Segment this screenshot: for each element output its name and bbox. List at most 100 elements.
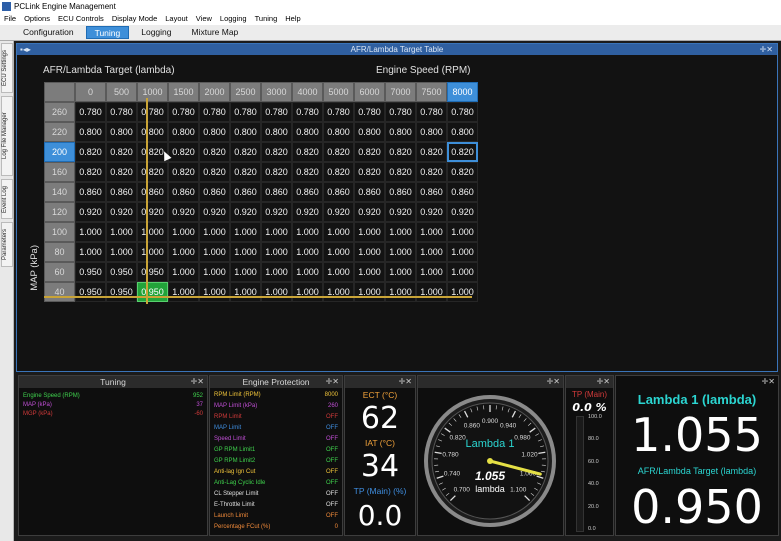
map-header[interactable]: 140 <box>44 182 75 202</box>
table-cell[interactable]: 0.780 <box>199 102 230 122</box>
table-cell[interactable]: 0.820 <box>385 142 416 162</box>
table-cell[interactable]: 0.820 <box>75 142 106 162</box>
table-cell[interactable]: 0.820 <box>354 142 385 162</box>
table-cell[interactable]: 1.000 <box>230 262 261 282</box>
panel-menu-icon[interactable]: ▪◂▸ <box>20 44 31 55</box>
table-cell[interactable]: 0.820 <box>292 162 323 182</box>
table-cell[interactable]: 0.780 <box>106 102 137 122</box>
table-cell[interactable]: 1.000 <box>447 222 478 242</box>
table-cell[interactable]: 0.800 <box>261 122 292 142</box>
table-cell[interactable]: 0.920 <box>230 202 261 222</box>
table-cell[interactable]: 1.000 <box>230 222 261 242</box>
panel-close-icon[interactable]: ✛✕ <box>547 376 560 388</box>
panel-close-icon[interactable]: ✛✕ <box>326 376 339 388</box>
table-cell[interactable]: 1.000 <box>447 262 478 282</box>
rpm-header[interactable]: 7500 <box>416 82 447 102</box>
table-cell[interactable]: 1.000 <box>199 242 230 262</box>
table-cell[interactable]: 1.000 <box>106 222 137 242</box>
table-cell[interactable]: 0.950 <box>137 262 168 282</box>
table-cell[interactable]: 0.950 <box>137 282 168 302</box>
side-tab-parameters[interactable]: Parameters <box>1 222 13 267</box>
table-cell[interactable]: 1.000 <box>75 222 106 242</box>
map-header[interactable]: 200 <box>44 142 75 162</box>
table-cell[interactable]: 0.780 <box>292 102 323 122</box>
table-cell[interactable]: 0.800 <box>323 122 354 142</box>
table-cell[interactable]: 0.780 <box>168 102 199 122</box>
menu-item-options[interactable]: Options <box>20 13 54 25</box>
table-cell[interactable]: 1.000 <box>354 222 385 242</box>
table-cell[interactable]: 1.000 <box>230 282 261 302</box>
table-cell[interactable]: 0.920 <box>137 202 168 222</box>
table-cell[interactable]: 0.800 <box>137 122 168 142</box>
table-cell[interactable]: 0.820 <box>261 162 292 182</box>
table-cell[interactable]: 0.920 <box>199 202 230 222</box>
table-cell[interactable]: 0.860 <box>137 182 168 202</box>
table-cell[interactable]: 0.820 <box>168 162 199 182</box>
panel-close-icon[interactable]: ✛✕ <box>191 376 204 388</box>
table-cell[interactable]: 1.000 <box>75 242 106 262</box>
rpm-header[interactable]: 0 <box>75 82 106 102</box>
table-cell[interactable]: 1.000 <box>292 222 323 242</box>
table-cell[interactable]: 1.000 <box>168 222 199 242</box>
table-cell[interactable]: 1.000 <box>416 262 447 282</box>
side-tab-log-file-manager[interactable]: Log File Manager <box>1 96 13 176</box>
table-cell[interactable]: 1.000 <box>447 282 478 302</box>
table-cell[interactable]: 0.820 <box>323 142 354 162</box>
table-cell[interactable]: 0.920 <box>292 202 323 222</box>
table-cell[interactable]: 0.780 <box>416 102 447 122</box>
table-cell[interactable]: 1.000 <box>106 242 137 262</box>
table-cell[interactable]: 0.820 <box>168 142 199 162</box>
menu-item-view[interactable]: View <box>192 13 216 25</box>
tab-configuration[interactable]: Configuration <box>15 26 82 39</box>
table-cell[interactable]: 0.820 <box>292 142 323 162</box>
table-cell[interactable]: 1.000 <box>354 242 385 262</box>
table-cell[interactable]: 1.000 <box>261 242 292 262</box>
table-cell[interactable]: 0.820 <box>416 142 447 162</box>
table-cell[interactable]: 0.800 <box>106 122 137 142</box>
table-cell[interactable]: 0.950 <box>75 282 106 302</box>
table-cell[interactable]: 0.820 <box>199 142 230 162</box>
table-cell[interactable]: 1.000 <box>230 242 261 262</box>
table-cell[interactable]: 1.000 <box>385 242 416 262</box>
tab-logging[interactable]: Logging <box>133 26 179 39</box>
table-cell[interactable]: 1.000 <box>416 282 447 302</box>
table-cell[interactable]: 0.820 <box>230 142 261 162</box>
menu-item-tuning[interactable]: Tuning <box>251 13 282 25</box>
rpm-header[interactable]: 500 <box>106 82 137 102</box>
table-cell[interactable]: 0.920 <box>354 202 385 222</box>
table-cell[interactable]: 0.860 <box>75 182 106 202</box>
panel-close-icon[interactable]: ✛✕ <box>597 376 610 388</box>
table-cell[interactable]: 1.000 <box>292 242 323 262</box>
table-cell[interactable]: 0.800 <box>416 122 447 142</box>
table-cell[interactable]: 0.860 <box>292 182 323 202</box>
rpm-header[interactable]: 2500 <box>230 82 261 102</box>
table-cell[interactable]: 1.000 <box>199 262 230 282</box>
rpm-header[interactable]: 6000 <box>354 82 385 102</box>
table-cell[interactable]: 0.800 <box>199 122 230 142</box>
table-cell[interactable]: 0.860 <box>199 182 230 202</box>
table-cell[interactable]: 0.780 <box>261 102 292 122</box>
rpm-header[interactable]: 8000 <box>447 82 478 102</box>
table-cell[interactable]: 0.780 <box>75 102 106 122</box>
menu-item-help[interactable]: Help <box>281 13 304 25</box>
table-cell[interactable]: 0.800 <box>354 122 385 142</box>
table-cell[interactable]: 0.920 <box>323 202 354 222</box>
table-cell[interactable]: 0.820 <box>230 162 261 182</box>
map-header[interactable]: 160 <box>44 162 75 182</box>
map-header[interactable]: 220 <box>44 122 75 142</box>
table-cell[interactable]: 0.780 <box>323 102 354 122</box>
table-cell[interactable]: 0.920 <box>416 202 447 222</box>
table-cell[interactable]: 0.800 <box>230 122 261 142</box>
panel-close-icon[interactable]: ✛✕ <box>399 376 412 388</box>
table-cell[interactable]: 1.000 <box>385 262 416 282</box>
rpm-header[interactable]: 4000 <box>292 82 323 102</box>
table-cell[interactable]: 0.920 <box>106 202 137 222</box>
table-cell[interactable]: 0.950 <box>106 262 137 282</box>
table-cell[interactable]: 0.860 <box>354 182 385 202</box>
table-cell[interactable]: 1.000 <box>354 282 385 302</box>
table-cell[interactable]: 0.780 <box>230 102 261 122</box>
table-cell[interactable]: 1.000 <box>323 282 354 302</box>
table-cell[interactable]: 1.000 <box>261 282 292 302</box>
table-cell[interactable]: 1.000 <box>385 282 416 302</box>
table-cell[interactable]: 0.920 <box>447 202 478 222</box>
